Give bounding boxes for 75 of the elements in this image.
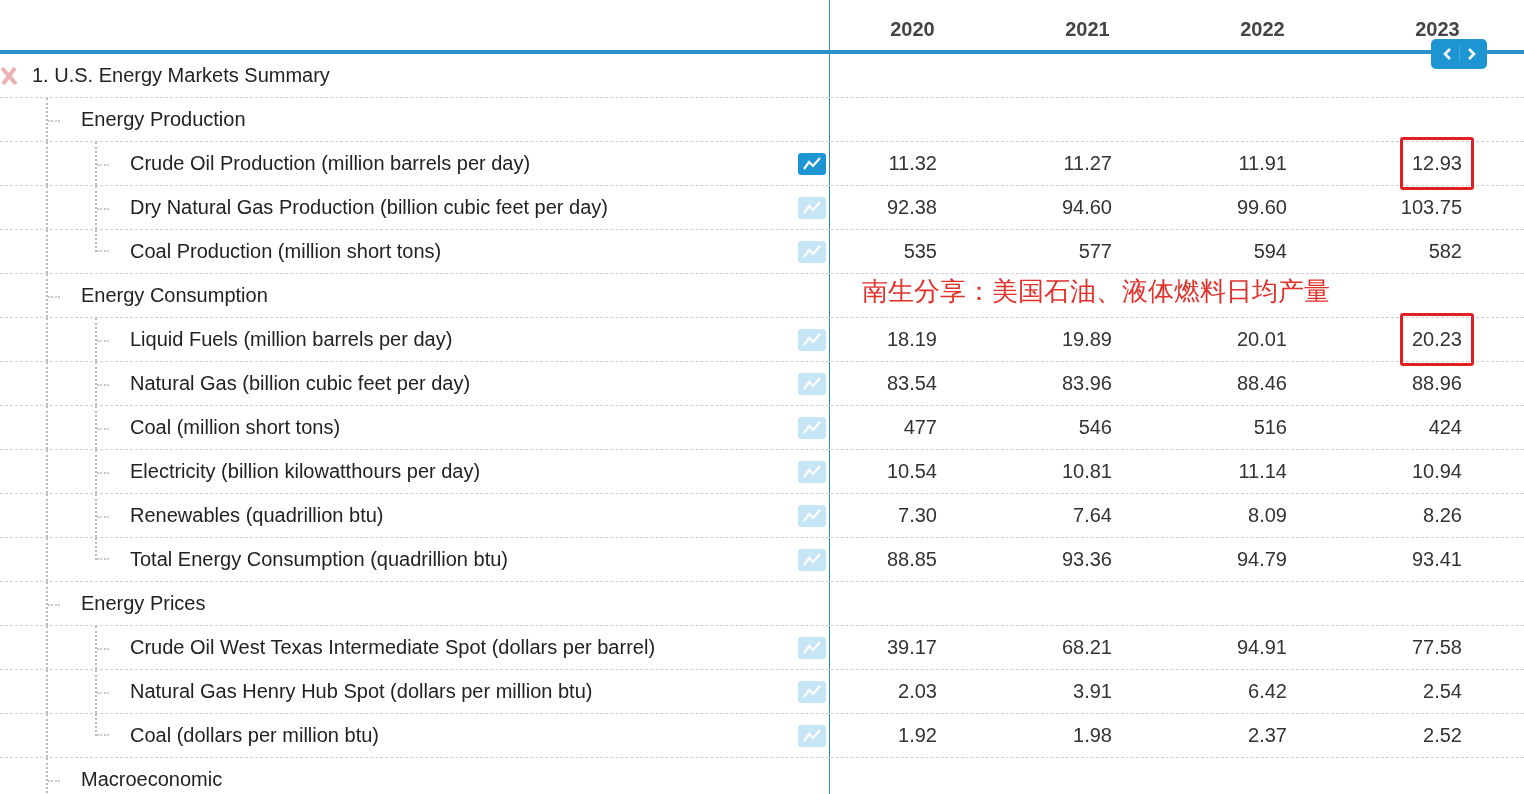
- value-cell: 20.23: [1411, 328, 1462, 350]
- value-cell: 11.32: [888, 152, 937, 174]
- value-cell: 11.27: [1063, 152, 1112, 174]
- value-cell: 8.09: [1248, 504, 1287, 526]
- collapse-icon[interactable]: [0, 65, 18, 86]
- value-cell: 77.58: [1411, 636, 1462, 658]
- value-cell: 10.94: [1411, 460, 1462, 482]
- year-header: 2022: [1240, 18, 1285, 42]
- value-cell: 582: [1428, 240, 1462, 262]
- value-cell: 94.91: [1236, 636, 1287, 658]
- value-cell: 93.41: [1411, 548, 1462, 570]
- chevron-left-icon[interactable]: [1442, 48, 1452, 60]
- value-cell: 83.54: [886, 372, 937, 394]
- year-header: 2020: [890, 18, 935, 42]
- group-label[interactable]: Energy Consumption: [81, 284, 829, 307]
- row-label: Crude Oil West Texas Intermediate Spot (dollars per barrel): [130, 636, 657, 659]
- value-cell: 88.85: [886, 548, 937, 570]
- value-cell: 1.98: [1073, 724, 1112, 746]
- group-label[interactable]: Energy Production: [81, 108, 829, 131]
- value-cell: 88.96: [1411, 372, 1462, 394]
- value-cell: 10.81: [1061, 460, 1112, 482]
- group-label[interactable]: Macroeconomic: [81, 768, 829, 791]
- row-label: Total Energy Consumption (quadrillion btu): [130, 548, 509, 571]
- value-cell: 92.38: [886, 196, 937, 218]
- row-label: Dry Natural Gas Production (billion cubic feet per day): [130, 196, 609, 219]
- value-cell: 2.03: [898, 680, 937, 702]
- value-cell: 103.75: [1400, 196, 1462, 218]
- value-cell: 18.19: [886, 328, 937, 350]
- value-cell: 11.14: [1238, 460, 1287, 482]
- value-cell: 1.92: [898, 724, 937, 746]
- value-cell: 88.46: [1236, 372, 1287, 394]
- value-cell: 546: [1078, 416, 1112, 438]
- value-cell: 3.91: [1073, 680, 1112, 702]
- pager-control[interactable]: [1431, 39, 1487, 69]
- value-cell: 93.36: [1061, 548, 1112, 570]
- row-label: Coal Production (million short tons): [130, 240, 443, 263]
- row-label: Crude Oil Production (million barrels per day): [130, 152, 532, 175]
- value-cell: 477: [903, 416, 937, 438]
- row-label: Liquid Fuels (million barrels per day): [130, 328, 454, 351]
- row-label: Natural Gas (billion cubic feet per day): [130, 372, 472, 395]
- value-cell: 594: [1253, 240, 1287, 262]
- value-cell: 7.30: [898, 504, 937, 526]
- value-cell: 68.21: [1061, 636, 1112, 658]
- row-label: Coal (dollars per million btu): [130, 724, 380, 747]
- value-cell: 535: [903, 240, 937, 262]
- value-cell: 2.54: [1423, 680, 1462, 702]
- value-cell: 424: [1428, 416, 1462, 438]
- value-cell: 2.52: [1423, 724, 1462, 746]
- value-cell: 20.01: [1236, 328, 1287, 350]
- annotation-text: 南生分享：美国石油、液体燃料日均产量: [862, 275, 1330, 308]
- value-cell: 577: [1078, 240, 1112, 262]
- chevron-right-icon[interactable]: [1466, 48, 1476, 60]
- value-cell: 516: [1253, 416, 1287, 438]
- value-cell: 94.79: [1236, 548, 1287, 570]
- line-chart-icon[interactable]: [798, 152, 826, 175]
- row-label: Coal (million short tons): [130, 416, 342, 439]
- row-label: Natural Gas Henry Hub Spot (dollars per million btu): [130, 680, 594, 703]
- value-cell: 6.42: [1248, 680, 1287, 702]
- row-label: Electricity (billion kilowatthours per day): [130, 460, 482, 483]
- value-cell: 7.64: [1073, 504, 1112, 526]
- value-cell: 11.91: [1238, 152, 1287, 174]
- row-label: Renewables (quadrillion btu): [130, 504, 385, 527]
- value-cell: 8.26: [1423, 504, 1462, 526]
- value-cell: 10.54: [886, 460, 937, 482]
- group-label[interactable]: Energy Prices: [81, 592, 829, 615]
- value-cell: 19.89: [1061, 328, 1112, 350]
- value-cell: 12.93: [1411, 152, 1462, 174]
- value-cell: 94.60: [1061, 196, 1112, 218]
- value-cell: 83.96: [1061, 372, 1112, 394]
- year-header: 2023: [1415, 18, 1460, 42]
- value-cell: 2.37: [1248, 724, 1287, 746]
- tree-root-label[interactable]: 1. U.S. Energy Markets Summary: [32, 64, 829, 87]
- year-header: 2021: [1065, 18, 1110, 42]
- value-cell: 39.17: [886, 636, 937, 658]
- value-cell: 99.60: [1236, 196, 1287, 218]
